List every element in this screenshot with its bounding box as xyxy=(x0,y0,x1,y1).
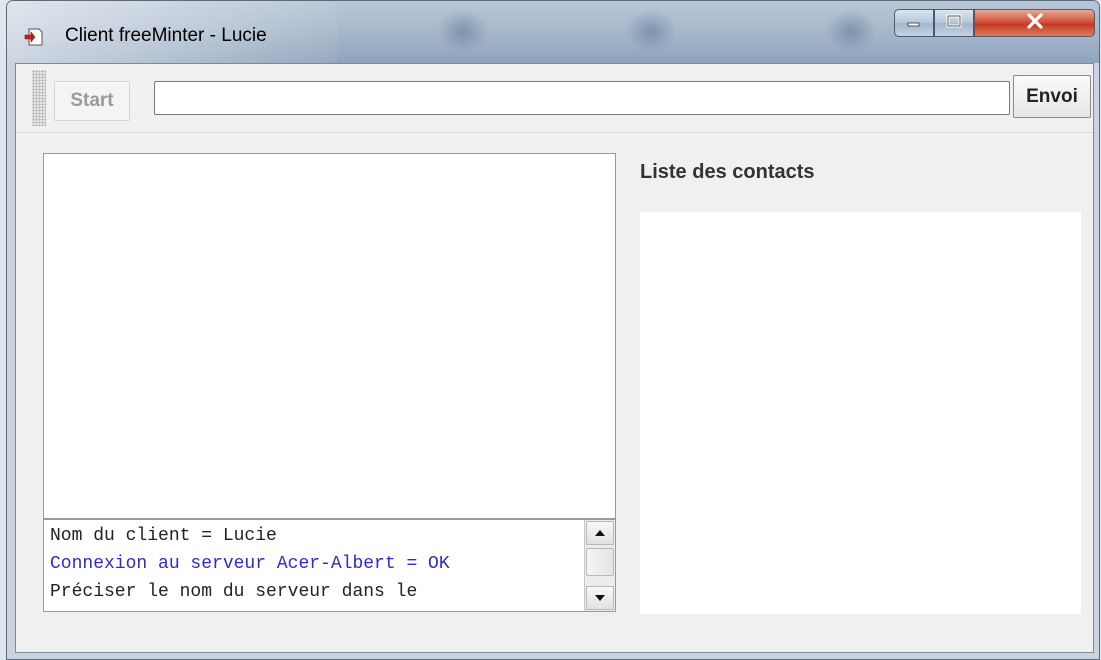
maximize-button[interactable] xyxy=(934,9,974,37)
app-window: Client freeMinter - Lucie Start Envoi No… xyxy=(6,0,1100,660)
window-controls xyxy=(894,9,1095,39)
title-bar[interactable]: Client freeMinter - Lucie xyxy=(7,1,1099,63)
close-button[interactable] xyxy=(974,9,1095,37)
log-line: Préciser le nom du serveur dans le xyxy=(50,582,418,602)
log-line: Connexion au serveur Acer-Albert = OK xyxy=(50,554,450,574)
minimize-button[interactable] xyxy=(894,9,934,37)
contacts-list[interactable] xyxy=(640,212,1081,614)
arrow-down-icon xyxy=(594,589,606,607)
send-button[interactable]: Envoi xyxy=(1013,75,1091,118)
scroll-up-button[interactable] xyxy=(586,521,614,545)
close-icon xyxy=(1026,12,1044,34)
minimize-icon xyxy=(906,14,922,32)
chat-display[interactable] xyxy=(43,153,616,519)
status-log-lines: Nom du client = Lucie Connexion au serve… xyxy=(50,522,581,606)
maximize-icon xyxy=(946,14,962,33)
arrow-up-icon xyxy=(594,524,606,542)
document-arrow-icon[interactable] xyxy=(24,28,44,46)
toolbar-grip[interactable] xyxy=(32,70,46,126)
scroll-thumb[interactable] xyxy=(586,548,614,576)
log-scrollbar[interactable] xyxy=(584,520,615,611)
log-line: Nom du client = Lucie xyxy=(50,526,277,546)
toolbar: Start Envoi xyxy=(16,64,1093,133)
status-log[interactable]: Nom du client = Lucie Connexion au serve… xyxy=(43,519,616,612)
contacts-heading: Liste des contacts xyxy=(640,161,815,183)
scroll-down-button[interactable] xyxy=(586,586,614,610)
client-area: Start Envoi Nom du client = Lucie Connex… xyxy=(15,63,1094,653)
start-button[interactable]: Start xyxy=(54,81,130,121)
window-title: Client freeMinter - Lucie xyxy=(65,25,267,46)
message-input[interactable] xyxy=(154,81,1010,115)
